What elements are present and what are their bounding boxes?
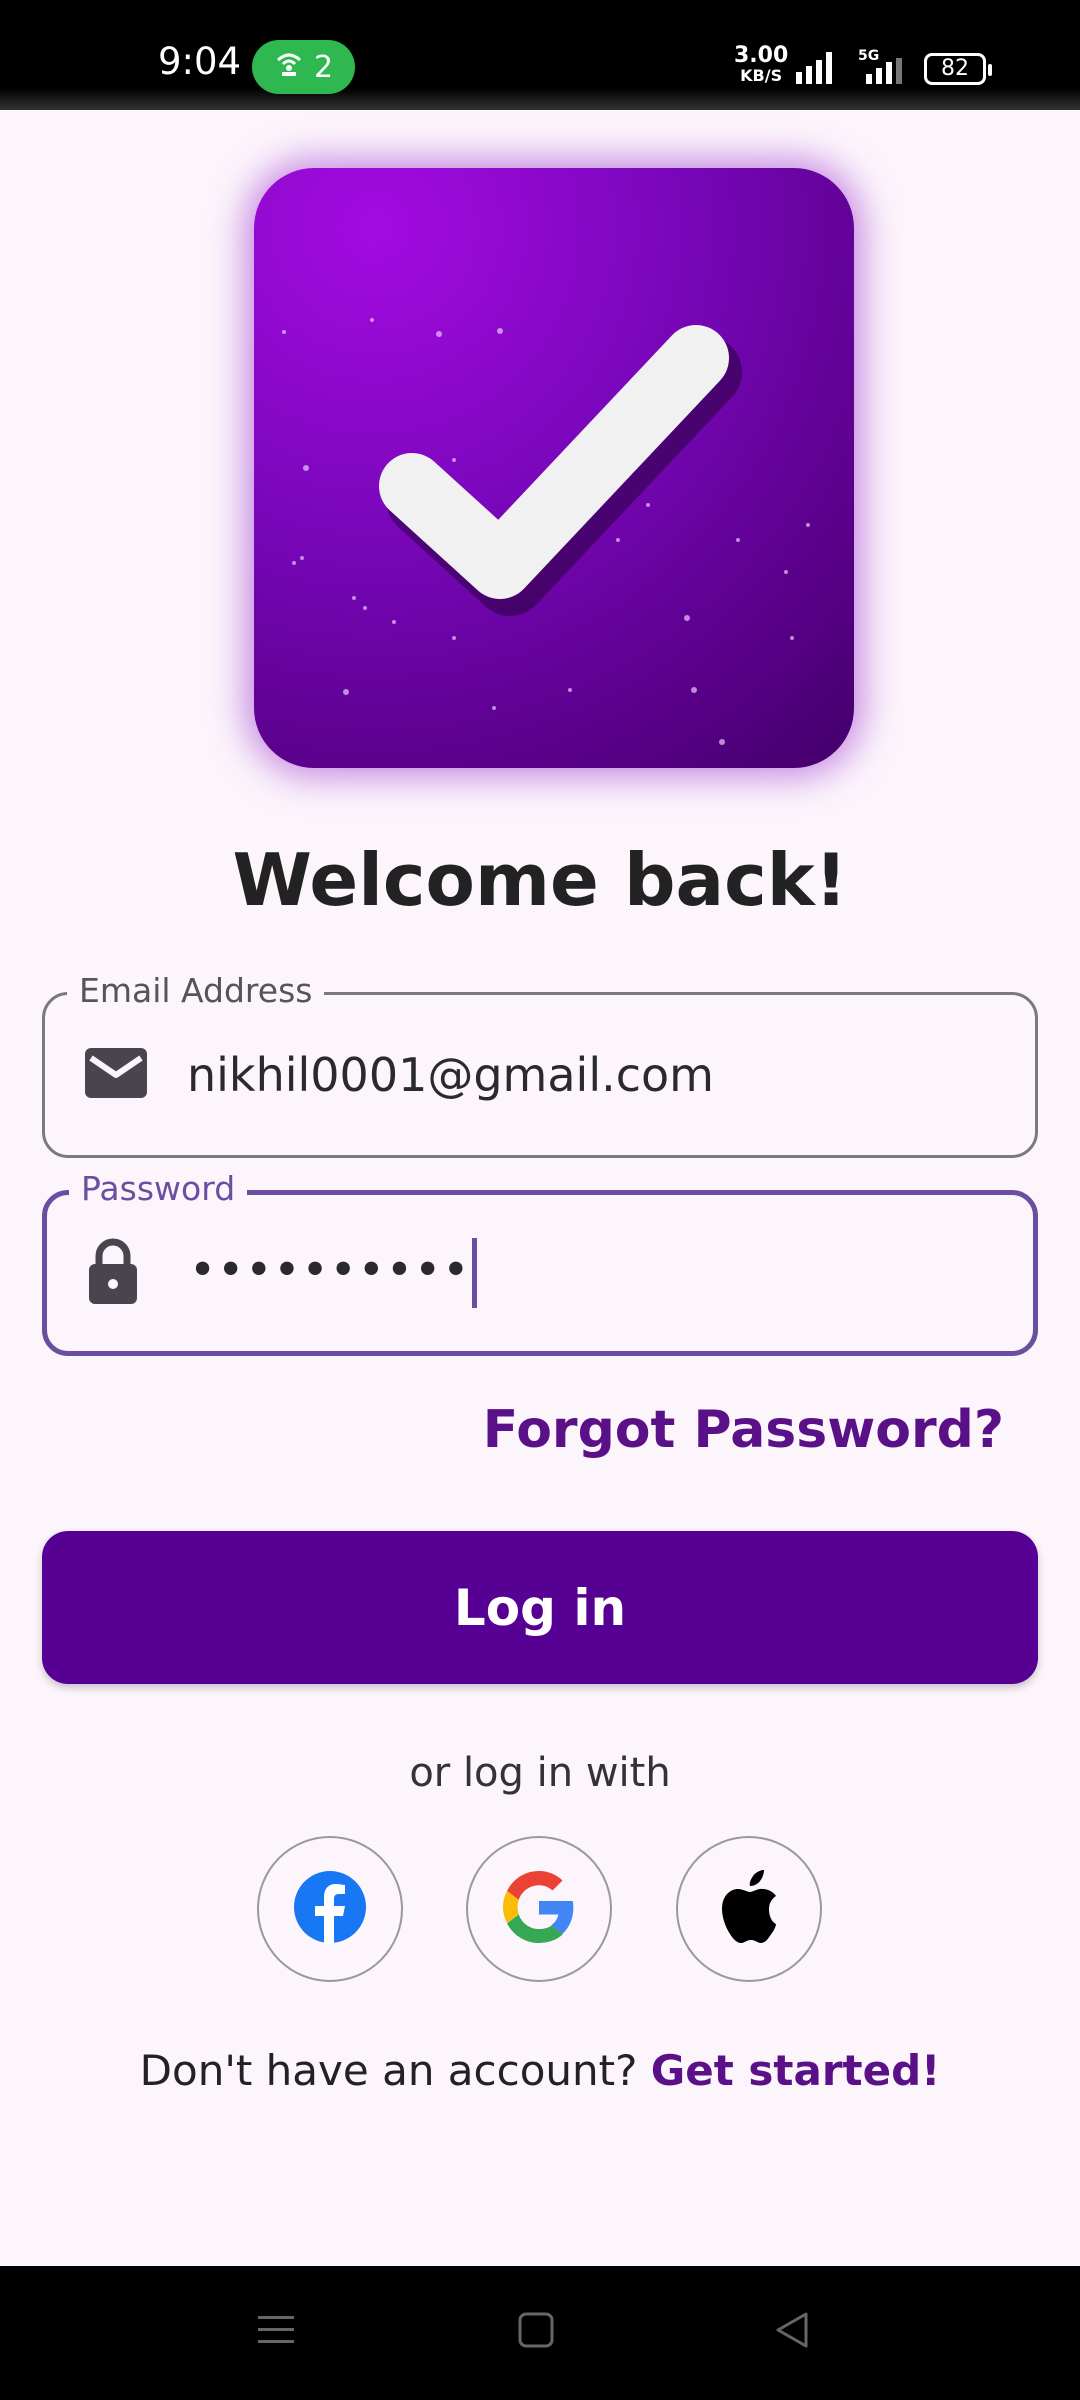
app-logo bbox=[254, 168, 854, 768]
hotspot-count: 2 bbox=[313, 49, 334, 85]
apple-icon bbox=[718, 1870, 780, 1948]
menu-icon[interactable] bbox=[256, 2310, 296, 2354]
password-label: Password bbox=[69, 1169, 248, 1208]
password-input[interactable]: •••••••••• bbox=[189, 1238, 478, 1308]
signup-prompt: Don't have an account? bbox=[139, 2046, 638, 2095]
or-login-with-label: or log in with bbox=[409, 1750, 671, 1796]
mail-icon bbox=[85, 1048, 147, 1102]
hotspot-indicator: 2 bbox=[252, 40, 355, 94]
signal-5g-icon bbox=[866, 58, 902, 84]
login-button[interactable]: Log in bbox=[42, 1531, 1038, 1684]
net-speed-unit: KB/S bbox=[740, 66, 783, 85]
page-title: Welcome back! bbox=[232, 838, 848, 922]
battery-indicator: 82 bbox=[924, 53, 992, 85]
google-icon bbox=[503, 1871, 575, 1947]
net-speed-value: 3.00 bbox=[734, 43, 789, 68]
get-started-link[interactable]: Get started! bbox=[651, 2046, 941, 2095]
apple-login-button[interactable] bbox=[676, 1836, 822, 1982]
forgot-password-link[interactable]: Forgot Password? bbox=[483, 1400, 1004, 1460]
system-nav-bar bbox=[0, 2266, 1080, 2400]
password-dots: •••••••••• bbox=[189, 1242, 471, 1297]
checkmark-icon bbox=[282, 318, 810, 745]
google-login-button[interactable] bbox=[466, 1836, 612, 1982]
signup-row: Don't have an account? Get started! bbox=[0, 2046, 1080, 2095]
hotspot-icon bbox=[274, 48, 304, 86]
status-time: 9:04 bbox=[158, 40, 242, 83]
signal-icon bbox=[796, 50, 832, 84]
lock-icon bbox=[87, 1238, 139, 1308]
status-bar: 9:04 2 3.00 KB/S 5G 82 bbox=[0, 0, 1080, 110]
facebook-icon bbox=[293, 1870, 367, 1948]
email-input[interactable]: nikhil0001@gmail.com bbox=[187, 1048, 714, 1102]
facebook-login-button[interactable] bbox=[257, 1836, 403, 1982]
home-icon[interactable] bbox=[516, 2310, 556, 2354]
net-speed: 3.00 KB/S bbox=[734, 43, 789, 86]
email-field[interactable]: Email Address nikhil0001@gmail.com bbox=[42, 971, 1038, 1158]
password-field[interactable]: Password •••••••••• bbox=[42, 1169, 1038, 1356]
email-label: Email Address bbox=[67, 971, 325, 1010]
back-icon[interactable] bbox=[772, 2310, 812, 2354]
text-caret bbox=[472, 1238, 478, 1308]
